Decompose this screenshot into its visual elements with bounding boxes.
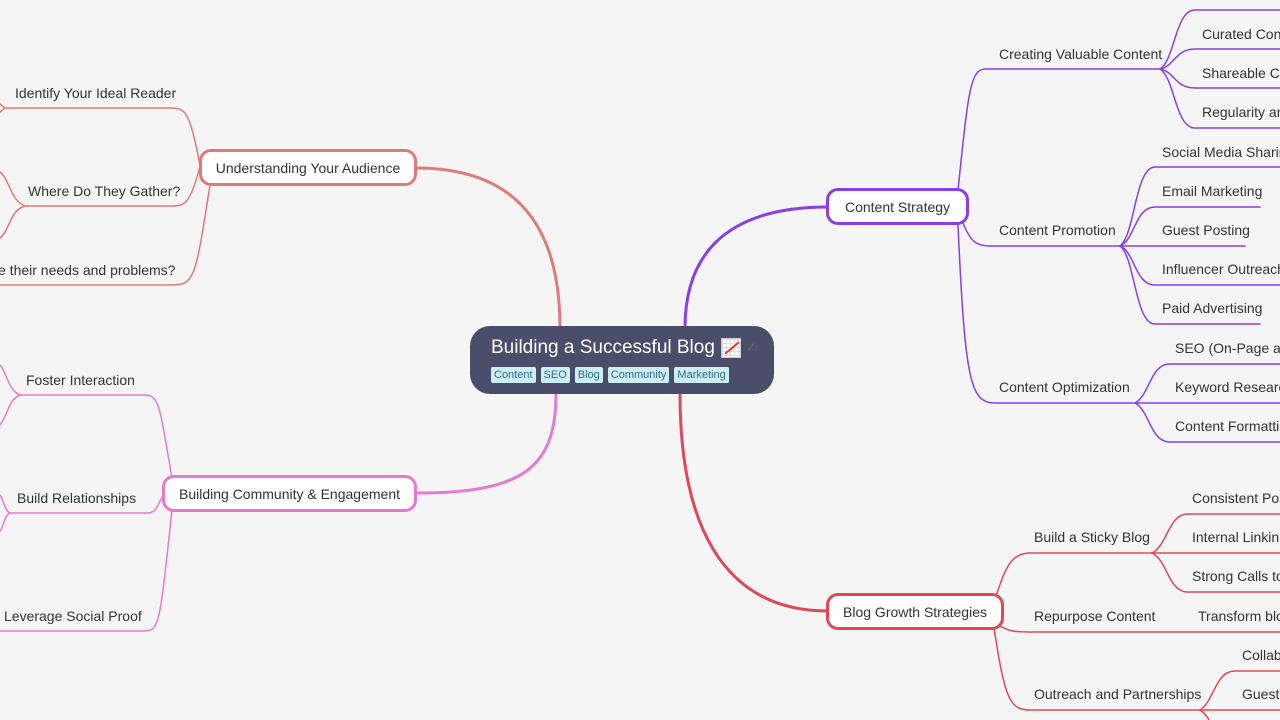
branch-label: Blog Growth Strategies: [843, 603, 987, 620]
gather-sub-link-2: [0, 205, 26, 239]
root-to-growth-link: [678, 392, 830, 613]
leaf-node[interactable]: Build Relationships: [17, 489, 136, 507]
outreach-child-2-link: [1199, 709, 1210, 720]
foster-sub-link-2: [0, 394, 21, 426]
branch-label: Understanding Your Audience: [215, 159, 401, 176]
growth-to-sticky-link: [995, 552, 1153, 597]
subtopic-node[interactable]: Repurpose Content: [1034, 607, 1155, 625]
root-title: Building a Successful Blog: [491, 337, 715, 358]
leaf-node[interactable]: Guest Posting: [1162, 221, 1250, 239]
leaf-node[interactable]: Where Do They Gather?: [28, 182, 180, 200]
leaf-node[interactable]: Leverage Social Proof: [4, 607, 142, 625]
leaf-node[interactable]: Foster Interaction: [26, 371, 135, 389]
relationships-sub-link-2: [0, 512, 11, 532]
leaf-node[interactable]: e their needs and problems?: [0, 261, 175, 279]
tag[interactable]: Content: [491, 367, 536, 383]
leaf-node[interactable]: SEO (On-Page and: [1175, 339, 1280, 357]
leaf-node[interactable]: Paid Advertising: [1162, 299, 1262, 317]
subtopic-node[interactable]: Outreach and Partnerships: [1034, 685, 1201, 703]
branch-label: Content Strategy: [844, 198, 951, 215]
root-to-content-link: [683, 205, 830, 330]
relationships-sub-link-1: [0, 494, 11, 514]
leaf-node[interactable]: Identify Your Ideal Reader: [15, 84, 176, 102]
foster-sub-link-1: [0, 364, 21, 396]
branch-node-community[interactable]: Building Community & Engagement: [162, 475, 417, 512]
leaf-node[interactable]: Regularity an: [1202, 103, 1280, 121]
branch-node-content[interactable]: Content Strategy: [826, 188, 969, 225]
gather-sub-link-1: [0, 171, 26, 207]
branch-node-growth[interactable]: Blog Growth Strategies: [826, 593, 1004, 630]
leaf-node[interactable]: Curated Cont: [1202, 25, 1280, 43]
tag[interactable]: Blog: [574, 367, 603, 383]
leaf-node[interactable]: Consistent Pos: [1192, 489, 1280, 507]
chart-increasing-icon: [720, 338, 741, 358]
tag[interactable]: Marketing: [674, 367, 729, 383]
content-to-creating-link: [957, 68, 1161, 191]
root-to-community-link: [414, 392, 558, 495]
leaf-node[interactable]: Guest: [1242, 685, 1279, 703]
growth-to-repurpose-link: [999, 625, 1280, 633]
leaf-node[interactable]: Social Media Sharin: [1162, 143, 1280, 161]
leaf-node[interactable]: Content Formattin: [1175, 417, 1280, 435]
subtopic-node[interactable]: Content Promotion: [999, 221, 1116, 239]
leaf-node[interactable]: Internal Linkin: [1192, 528, 1279, 546]
tag[interactable]: SEO: [540, 367, 570, 383]
subtopic-node[interactable]: Content Optimization: [999, 378, 1130, 396]
tag-list: Content SEO Blog Community Marketing: [491, 367, 774, 383]
tag[interactable]: Community: [607, 367, 670, 383]
content-to-optimization-link: [957, 224, 1136, 404]
leaf-node[interactable]: Keyword Researc: [1175, 378, 1280, 396]
audience-connectors: [0, 103, 562, 330]
community-to-foster-link: [19, 394, 173, 479]
leaf-node[interactable]: Collab: [1242, 646, 1280, 664]
branch-label: Building Community & Engagement: [178, 485, 400, 502]
subtopic-node[interactable]: Build a Sticky Blog: [1034, 528, 1150, 546]
root-node[interactable]: Building a Successful Blog ✍ Content SEO…: [470, 326, 774, 394]
leaf-node[interactable]: Email Marketing: [1162, 182, 1262, 200]
leaf-node[interactable]: Transform blo: [1198, 607, 1280, 625]
ideal-reader-sub-link: [0, 103, 6, 109]
growth-connectors: [678, 392, 1280, 720]
root-to-audience-link: [414, 166, 562, 330]
subtopic-node[interactable]: Creating Valuable Content: [999, 45, 1162, 63]
leaf-node[interactable]: Strong Calls to: [1192, 567, 1280, 585]
audience-to-child-1-link: [0, 107, 201, 167]
leaf-node[interactable]: Influencer Outreach: [1162, 260, 1280, 278]
edit-icon[interactable]: ✍: [747, 336, 758, 360]
branch-node-audience[interactable]: Understanding Your Audience: [199, 149, 417, 186]
leaf-node[interactable]: Shareable Co: [1202, 64, 1280, 82]
